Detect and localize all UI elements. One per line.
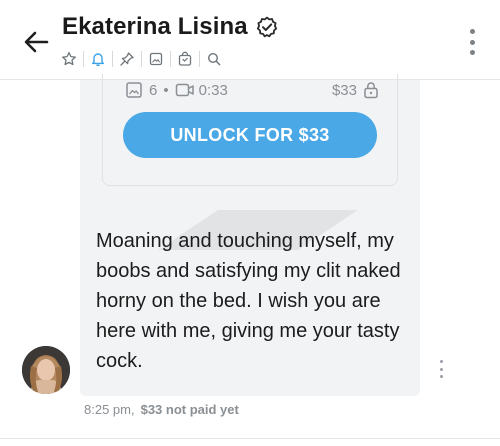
message-text: Moaning and touching myself, my boobs an… <box>96 230 401 372</box>
video-duration: 0:33 <box>175 81 228 99</box>
divider <box>170 51 171 67</box>
photo-count: 6 <box>125 81 157 99</box>
lock-icon <box>364 82 378 99</box>
more-dot <box>469 39 475 45</box>
bell-icon[interactable] <box>87 48 109 70</box>
divider <box>112 51 113 67</box>
locked-media-icon[interactable] <box>174 48 196 70</box>
more-dot <box>439 375 443 378</box>
divider <box>83 51 84 67</box>
header-actions <box>58 48 225 70</box>
message-bubble: 6 • 0:33 $33 UNLOCK FOR $33 Moaning and … <box>80 74 420 396</box>
search-icon[interactable] <box>203 48 225 70</box>
verified-badge-icon <box>256 16 278 38</box>
star-icon[interactable] <box>58 48 80 70</box>
locked-post-card: 6 • 0:33 $33 UNLOCK FOR $33 <box>102 74 398 186</box>
image-icon <box>126 82 142 98</box>
chat-screen: Ekaterina Lisina 6 • 0:33 $33 UNLOCK FOR… <box>0 0 500 446</box>
video-duration-value: 0:33 <box>198 81 228 99</box>
more-options-button[interactable] <box>464 26 480 58</box>
more-dot <box>439 367 443 371</box>
page-title[interactable]: Ekaterina Lisina <box>62 13 248 41</box>
avatar-image <box>22 346 70 394</box>
message-time: 8:25 pm, <box>84 402 135 417</box>
divider <box>0 438 500 439</box>
title-row: Ekaterina Lisina <box>62 12 278 42</box>
more-dot <box>469 50 475 55</box>
divider <box>199 51 200 67</box>
unlock-button[interactable]: UNLOCK FOR $33 <box>123 112 377 158</box>
media-info-row: 6 • 0:33 $33 <box>125 80 379 100</box>
divider <box>141 51 142 67</box>
more-dot <box>439 360 443 363</box>
post-price: $33 <box>331 81 357 99</box>
video-icon <box>175 83 194 97</box>
pin-icon[interactable] <box>116 48 138 70</box>
more-dot <box>469 29 475 34</box>
avatar[interactable] <box>22 346 70 394</box>
image-icon[interactable] <box>145 48 167 70</box>
message-options-button[interactable] <box>438 360 444 378</box>
separator-dot: • <box>163 81 169 99</box>
message-meta: 8:25 pm, $33 not paid yet <box>84 402 239 417</box>
arrow-left-icon <box>24 31 49 53</box>
photo-count-value: 6 <box>149 81 158 99</box>
payment-status: $33 not paid yet <box>140 402 239 417</box>
back-button[interactable] <box>18 24 54 60</box>
chat-header: Ekaterina Lisina <box>0 0 500 80</box>
